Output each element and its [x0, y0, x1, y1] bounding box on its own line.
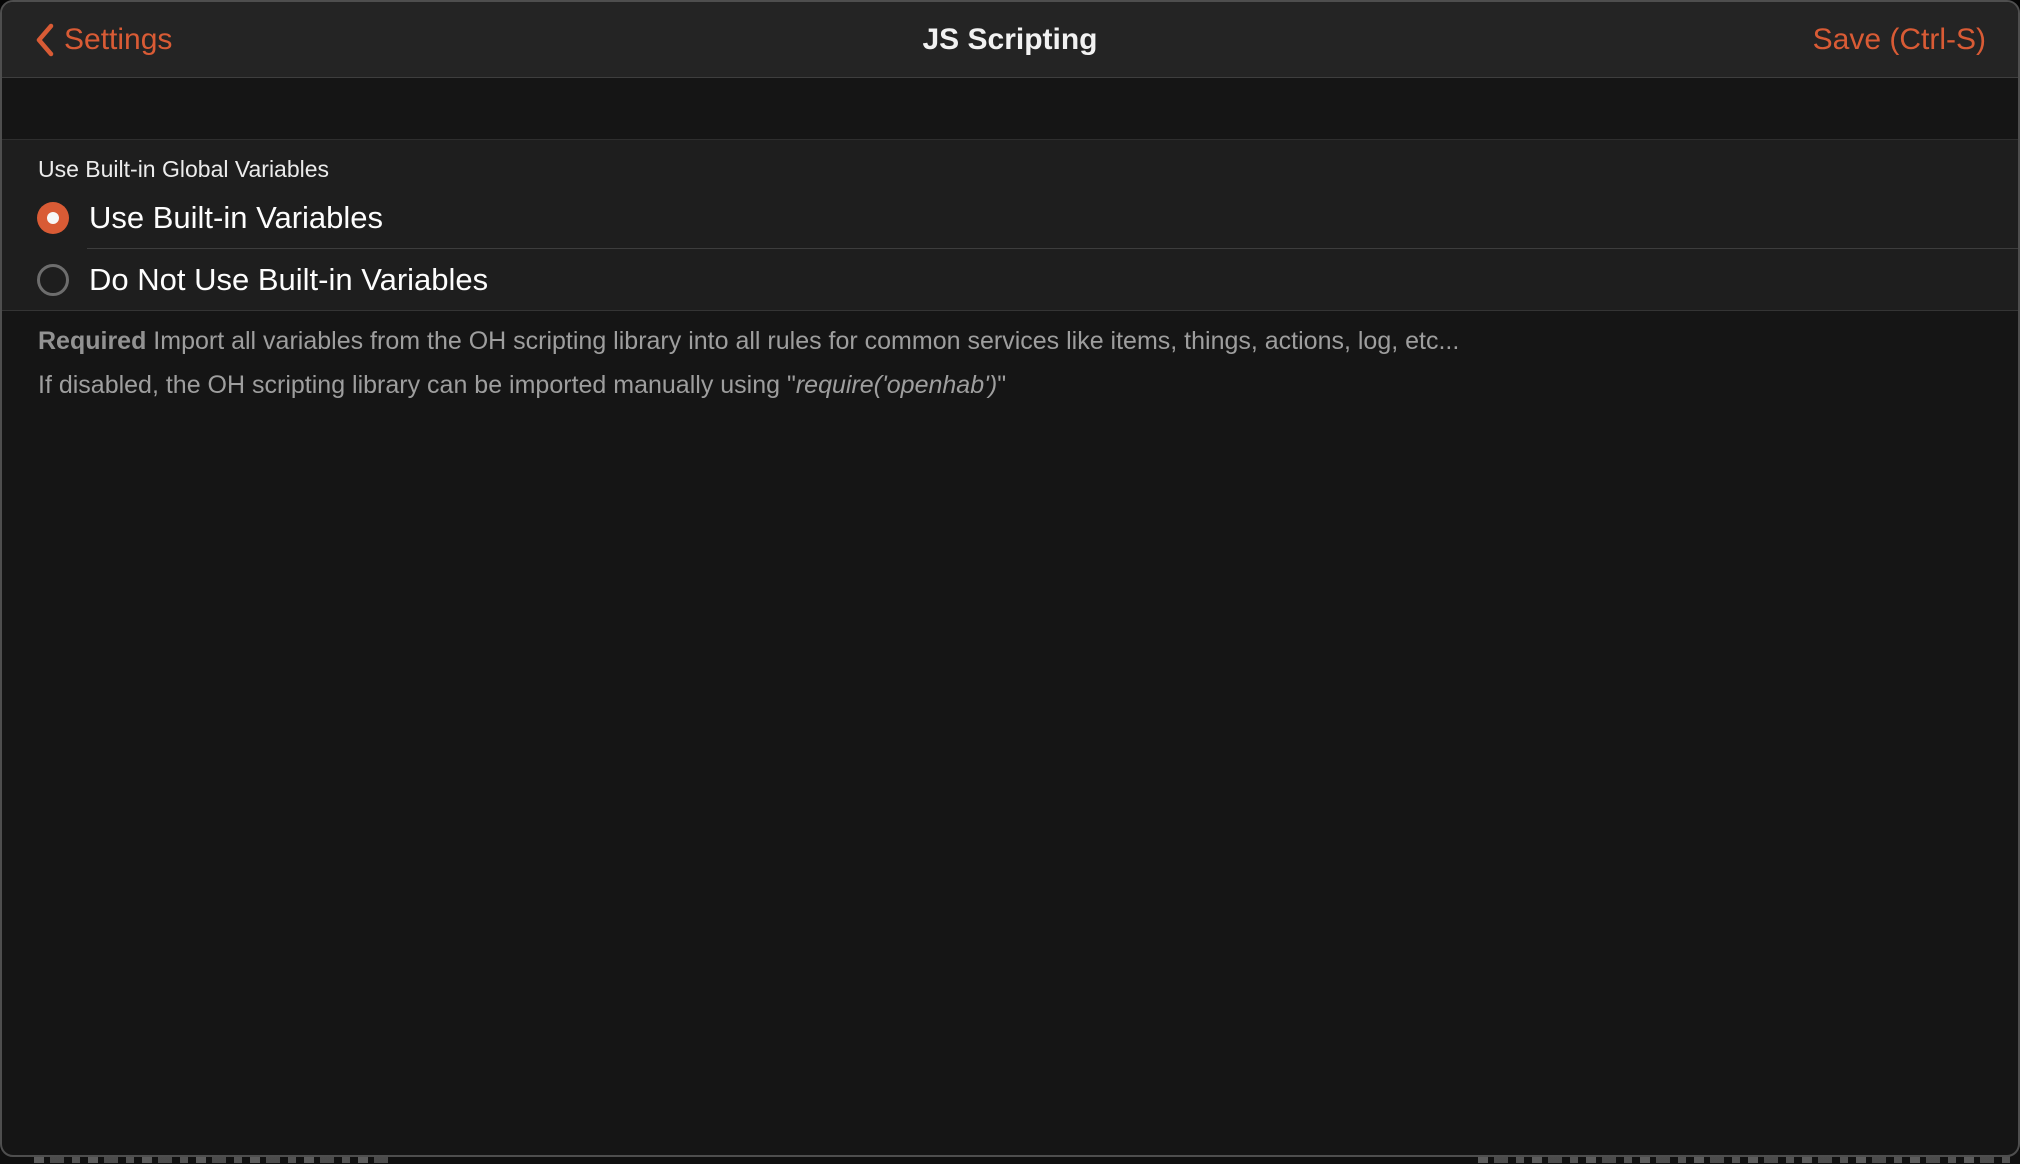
radio-option-label: Do Not Use Built-in Variables [89, 262, 488, 298]
underlying-window-text-sliver-right [1478, 1156, 2012, 1163]
underlying-window-text-sliver-left [34, 1156, 394, 1163]
built-in-variables-setting-group: Use Built-in Global Variables Use Built-… [2, 139, 2018, 311]
option-use-built-in-variables[interactable]: Use Built-in Variables [2, 187, 2018, 248]
settings-content: Use Built-in Global Variables Use Built-… [2, 139, 2018, 407]
page-title: JS Scripting [2, 23, 2018, 57]
radio-unselected-icon [37, 264, 69, 296]
back-to-settings-button[interactable]: Settings [34, 23, 172, 57]
option-do-not-use-built-in-variables[interactable]: Do Not Use Built-in Variables [2, 249, 2018, 310]
radio-selected-icon [37, 202, 69, 234]
back-link-label: Settings [64, 23, 172, 57]
description-line-2: If disabled, the OH scripting library ca… [38, 363, 1978, 407]
setting-description: Required Import all variables from the O… [2, 311, 2018, 407]
code-snippet: require('openhab') [796, 371, 997, 399]
save-button[interactable]: Save (Ctrl-S) [1813, 23, 1986, 57]
setting-group-label: Use Built-in Global Variables [2, 140, 2018, 187]
js-scripting-settings-dialog: Settings JS Scripting Save (Ctrl-S) Use … [0, 0, 2020, 1157]
chevron-left-icon [34, 23, 55, 57]
navbar: Settings JS Scripting Save (Ctrl-S) [2, 2, 2018, 78]
required-badge-text: Required [38, 327, 146, 355]
description-line-1: Required Import all variables from the O… [38, 319, 1978, 363]
radio-option-label: Use Built-in Variables [89, 200, 383, 236]
